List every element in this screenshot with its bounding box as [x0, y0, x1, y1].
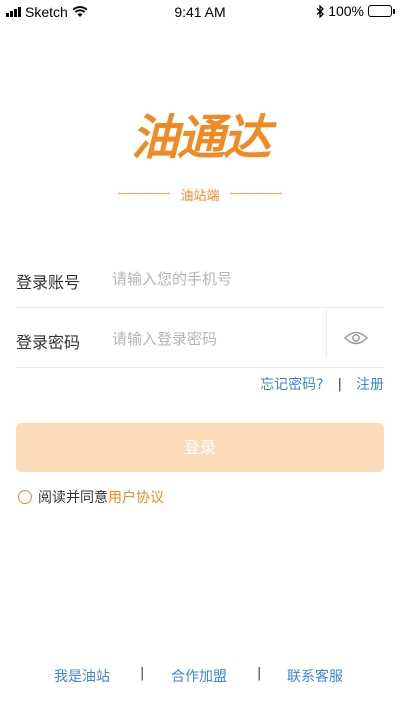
- status-right: 100%: [316, 3, 395, 19]
- app-logo: 油通达: [0, 103, 400, 173]
- show-password-icon[interactable]: [344, 330, 368, 346]
- user-agreement-link[interactable]: 用户协议: [108, 487, 164, 507]
- password-input[interactable]: [112, 324, 312, 354]
- footer-gas-station-link[interactable]: 我是油站: [54, 666, 110, 686]
- footer-separator: |: [257, 666, 262, 681]
- agreement-row: 阅读并同意 用户协议: [18, 487, 164, 507]
- footer-separator: |: [140, 666, 145, 681]
- logo-subtitle-row: 油站端: [0, 184, 400, 204]
- footer-partnership-link[interactable]: 合作加盟: [171, 666, 227, 686]
- agreement-text: 阅读并同意: [38, 490, 108, 506]
- account-label: 登录账号: [16, 273, 81, 292]
- battery-percent: 100%: [328, 3, 364, 19]
- links-separator: |: [337, 376, 342, 392]
- status-bar: Sketch 9:41 AM 100%: [0, 0, 400, 24]
- logo-title: 油通达: [130, 110, 271, 166]
- password-label: 登录密码: [16, 333, 81, 352]
- account-links: 忘记密码? | 注册: [260, 374, 384, 394]
- login-button[interactable]: 登录: [16, 423, 384, 472]
- footer-support-link[interactable]: 联系客服: [287, 666, 343, 686]
- logo-subtitle: 油站端: [180, 189, 220, 204]
- battery-icon: [368, 5, 395, 17]
- register-link[interactable]: 注册: [356, 374, 384, 394]
- password-divider: [326, 310, 327, 358]
- agreement-radio[interactable]: [18, 490, 32, 504]
- forgot-password-link[interactable]: 忘记密码?: [260, 374, 323, 394]
- subtitle-divider-right: [230, 193, 282, 194]
- account-row: 登录账号: [16, 250, 384, 308]
- bluetooth-icon: [316, 4, 325, 18]
- account-input[interactable]: [112, 264, 312, 294]
- password-row: 登录密码: [16, 310, 384, 368]
